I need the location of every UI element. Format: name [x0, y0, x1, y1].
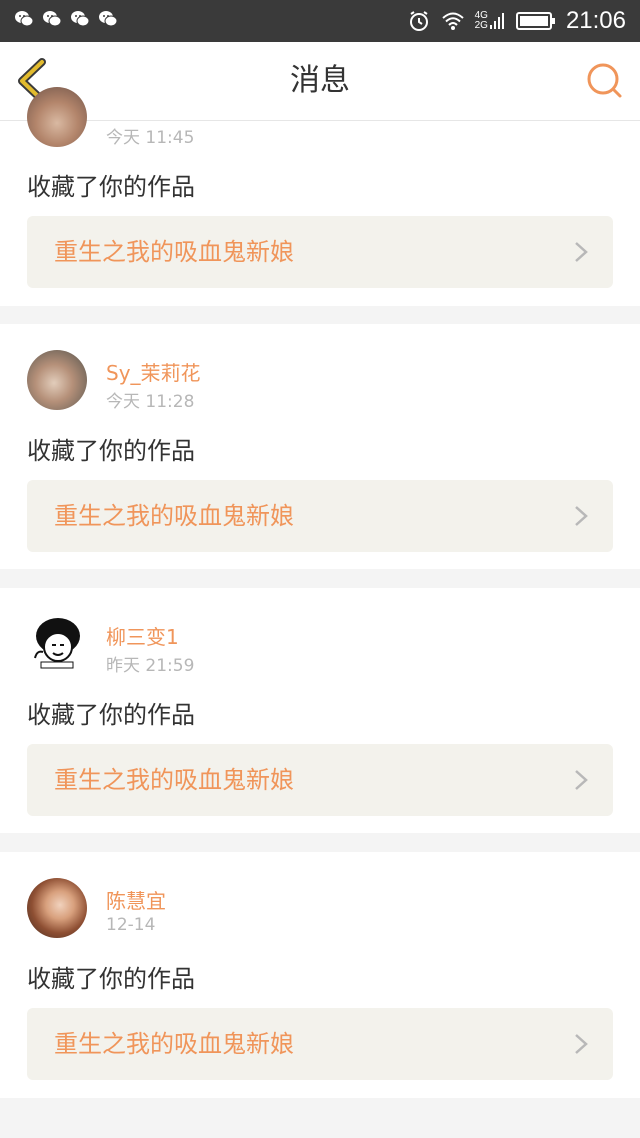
action-text: 收藏了你的作品	[27, 437, 195, 465]
search-icon	[587, 63, 622, 98]
wechat-icon	[70, 9, 90, 29]
avatar[interactable]	[27, 614, 87, 674]
message-card: 今天 11:45 收藏了你的作品 重生之我的吸血鬼新娘	[0, 87, 640, 306]
chevron-right-icon	[575, 242, 588, 262]
username[interactable]: Sy_茉莉花	[106, 357, 201, 386]
alarm-icon	[409, 11, 428, 31]
message-card: 柳三变1 昨天 21:59 收藏了你的作品 重生之我的吸血鬼新娘	[0, 588, 640, 833]
work-title: 重生之我的吸血鬼新娘	[54, 1030, 294, 1058]
network-bottom-label: 2G	[474, 20, 488, 31]
action-text: 收藏了你的作品	[27, 173, 195, 201]
search-button[interactable]	[586, 62, 624, 100]
wechat-icon	[98, 9, 118, 29]
message-time: 今天 11:45	[106, 128, 195, 148]
work-link[interactable]: 重生之我的吸血鬼新娘	[27, 1008, 613, 1080]
navigation-bar: 消息	[0, 42, 640, 121]
message-time: 今天 11:28	[106, 392, 195, 412]
signal-4g-2g-icon: 4G 2G	[475, 11, 506, 31]
work-title: 重生之我的吸血鬼新娘	[54, 502, 294, 530]
wifi-icon	[441, 12, 464, 30]
avatar[interactable]	[27, 87, 87, 147]
work-link[interactable]: 重生之我的吸血鬼新娘	[27, 744, 613, 816]
message-card: Sy_茉莉花 今天 11:28 收藏了你的作品 重生之我的吸血鬼新娘	[0, 324, 640, 569]
action-text: 收藏了你的作品	[27, 701, 195, 729]
message-card: 陈慧宜 12-14 收藏了你的作品 重生之我的吸血鬼新娘	[0, 852, 640, 1098]
status-time: 21:06	[565, 7, 626, 34]
message-time: 昨天 21:59	[106, 656, 195, 676]
work-title: 重生之我的吸血鬼新娘	[54, 238, 294, 266]
status-bar: 4G 2G 21:06	[0, 0, 640, 42]
work-link[interactable]: 重生之我的吸血鬼新娘	[27, 216, 613, 288]
avatar[interactable]	[27, 878, 87, 938]
avatar[interactable]	[27, 350, 87, 410]
wechat-icon	[14, 9, 34, 29]
page-title: 消息	[290, 63, 350, 98]
username[interactable]: 柳三变1	[106, 621, 179, 650]
chevron-right-icon	[575, 770, 588, 790]
wechat-icon	[42, 9, 62, 29]
username[interactable]: 陈慧宜	[106, 885, 166, 914]
message-time: 12-14	[106, 915, 156, 935]
chevron-right-icon	[575, 1034, 588, 1054]
action-text: 收藏了你的作品	[27, 965, 195, 993]
notification-icons	[14, 9, 118, 29]
status-icons: 4G 2G 21:06	[407, 0, 626, 42]
work-title: 重生之我的吸血鬼新娘	[54, 766, 294, 794]
battery-icon	[515, 12, 555, 30]
work-link[interactable]: 重生之我的吸血鬼新娘	[27, 480, 613, 552]
chevron-right-icon	[575, 506, 588, 526]
